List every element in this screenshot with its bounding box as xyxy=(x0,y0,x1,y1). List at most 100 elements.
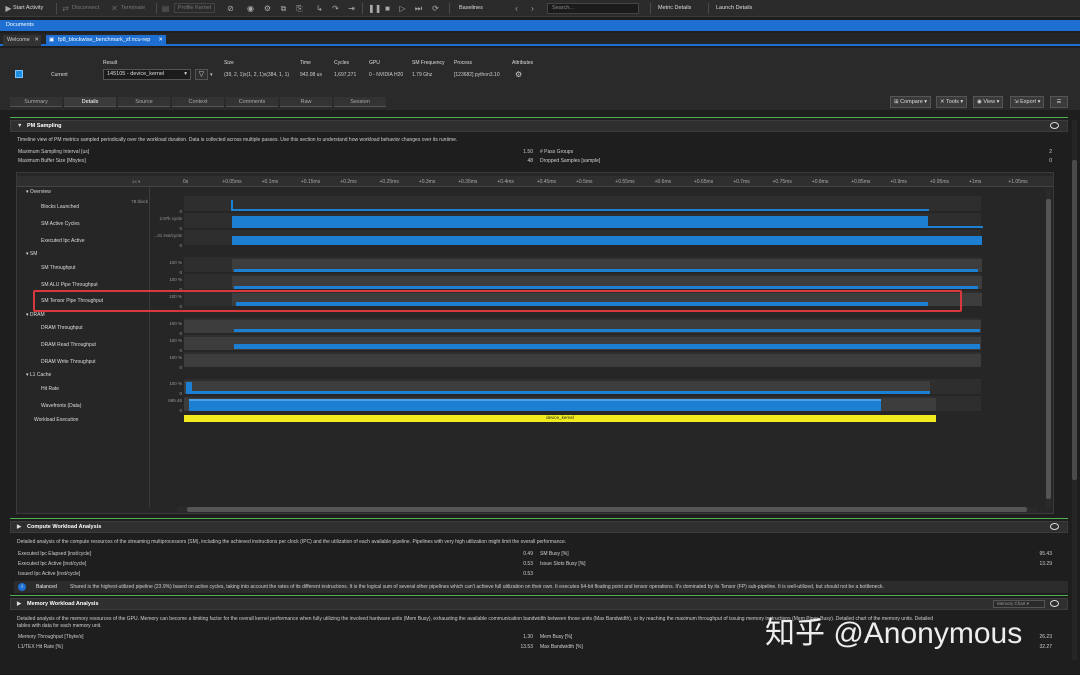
pause-icon[interactable]: ❚❚ xyxy=(368,4,381,13)
comment-icon[interactable] xyxy=(1050,600,1059,607)
refresh-icon[interactable]: ⟳ xyxy=(431,4,440,13)
skip-icon[interactable]: ⏭ xyxy=(414,4,423,13)
chevron-left-icon[interactable]: ‹ xyxy=(512,4,521,13)
metric-value: 48 xyxy=(527,158,533,164)
step-over-icon[interactable]: ↷ xyxy=(331,4,340,13)
disconnect-icon: ⇄ xyxy=(62,4,69,13)
rule-label: Balanced xyxy=(36,584,57,590)
report-file-icon: ▣ xyxy=(49,37,55,43)
next-icon[interactable]: ⇥ xyxy=(347,4,356,13)
hit-rate-bar xyxy=(192,391,930,394)
toolbar-divider xyxy=(449,3,450,14)
size-value: (39, 2, 1)x(1, 2, 1)x(384, 1, 1) xyxy=(224,72,290,78)
baselines-button[interactable]: Baselines xyxy=(459,3,483,14)
vertical-scrollbar[interactable] xyxy=(1046,189,1051,509)
collapsed-icon: ▶ xyxy=(17,601,22,607)
timeline-tick: +0.7ms xyxy=(733,179,750,185)
horizontal-scrollbar[interactable] xyxy=(177,507,1037,512)
zoom-level[interactable]: 1x ▾ xyxy=(132,179,140,185)
metric-row: Executed Ipc Active [inst/cycle] 0.53 xyxy=(18,560,533,568)
metric-name: Maximum Sampling Interval [us] xyxy=(18,149,90,155)
tab-raw[interactable]: Raw xyxy=(280,97,332,107)
pm-sampling-title: PM Sampling xyxy=(27,123,62,129)
tab-context[interactable]: Context xyxy=(172,97,224,107)
scale-min: 0 xyxy=(179,226,182,231)
memory-workload-title: Memory Workload Analysis xyxy=(27,601,99,607)
gear-icon[interactable]: ⚙ xyxy=(515,70,522,79)
stop-square-icon[interactable]: ■ xyxy=(383,4,392,13)
start-activity-icon: ▶ xyxy=(5,4,12,13)
timeline-tick: +0.85ms xyxy=(851,179,871,185)
page-scrollbar[interactable] xyxy=(1072,120,1077,660)
compare-label: Compare xyxy=(900,99,923,105)
metric-row: L1/TEX Hit Rate [%] 13.53 xyxy=(18,643,533,651)
settings-icon[interactable]: ⚙ xyxy=(263,4,272,13)
view-label: View xyxy=(983,99,996,105)
launch-details-button[interactable]: Launch Details xyxy=(716,3,752,14)
metric-row: Issue Slots Busy [%] 13.29 xyxy=(540,560,1052,568)
tab-welcome[interactable]: Welcome ✕ xyxy=(3,35,41,46)
scale-max: 100 % xyxy=(169,355,182,360)
comment-icon[interactable] xyxy=(1050,122,1059,129)
result-label: Result xyxy=(103,60,118,66)
pm-sampling-header[interactable]: ▼ PM Sampling xyxy=(10,120,1068,132)
timeline-tick: +0.2ms xyxy=(340,179,357,185)
terminate-button[interactable]: Terminate xyxy=(121,3,145,14)
row-label: Hit Rate xyxy=(41,386,60,392)
lane-sm-active-cycles xyxy=(184,213,983,228)
scrollbar-thumb[interactable] xyxy=(1046,199,1051,499)
scrollbar-thumb[interactable] xyxy=(1072,160,1077,480)
workload-execution-bar[interactable]: device_kernel xyxy=(184,415,936,422)
close-icon[interactable]: ✕ xyxy=(34,35,39,46)
group-l1[interactable]: ▾ L1 Cache xyxy=(26,372,51,378)
profile-kernel-button[interactable]: Profile Kernel xyxy=(174,3,216,13)
metric-details-button[interactable]: Metric Details xyxy=(658,3,691,14)
tab-comments[interactable]: Comments xyxy=(226,97,278,107)
tools-button[interactable]: ✕ Tools ▾ xyxy=(936,96,968,108)
group-dram[interactable]: ▾ DRAM xyxy=(26,312,45,318)
compare-button[interactable]: ⊞ Compare ▾ xyxy=(890,96,932,108)
step-icon[interactable]: ↳ xyxy=(315,4,324,13)
tab-session[interactable]: Session xyxy=(334,97,386,107)
search-input[interactable]: Search... xyxy=(547,3,639,14)
filter-icon[interactable]: ▽ xyxy=(195,69,208,80)
menu-icon[interactable]: ☰ xyxy=(1050,96,1068,108)
close-icon[interactable]: ✕ xyxy=(158,35,163,46)
dram-read-bar xyxy=(234,344,980,349)
chevron-right-icon[interactable]: › xyxy=(528,4,537,13)
view-button[interactable]: ◉ View ▾ xyxy=(973,96,1004,108)
record-icon[interactable]: ◉ xyxy=(246,4,255,13)
time-value: 942.08 us xyxy=(300,72,322,78)
tab-details[interactable]: Details xyxy=(64,97,116,107)
start-activity-button[interactable]: Start Activity xyxy=(13,3,43,14)
memory-chart-value: Memory Chart xyxy=(997,601,1026,606)
pm-sampling-description: Timeline view of PM metrics sampled peri… xyxy=(17,137,458,143)
process-value: [123682] python3.10 xyxy=(454,72,500,78)
tab-report[interactable]: fp8_blockwise_benchmark_sf.ncu-rep ▣ ✕ xyxy=(46,35,166,46)
timeline-tick: +0.65ms xyxy=(693,179,714,185)
resume-icon[interactable]: ▷ xyxy=(398,4,407,13)
group-overview[interactable]: ▾ Overview xyxy=(26,189,51,195)
copy-icon[interactable]: ⧉ xyxy=(279,4,288,13)
toolbar-divider xyxy=(156,3,157,14)
save-icon[interactable]: ⎘ xyxy=(295,4,304,13)
export-button[interactable]: ⇲ Export ▾ xyxy=(1010,96,1045,108)
result-select[interactable]: 145105 - device_kernel ▾ xyxy=(103,69,191,80)
highlight-box xyxy=(33,290,962,312)
scrollbar-thumb[interactable] xyxy=(187,507,1027,512)
group-sm[interactable]: ▾ SM xyxy=(26,251,37,257)
document-tabs: Welcome ✕ fp8_blockwise_benchmark_sf.ncu… xyxy=(0,33,1080,46)
scale-min: 0 xyxy=(179,408,182,413)
timeline-ruler: 1x ▾ 0s +0.05ms +0.1ms +0.15ms +0.2ms +0.25ms… xyxy=(17,176,1053,187)
compute-workload-header[interactable]: ▶ Compute Workload Analysis xyxy=(10,521,1068,533)
comment-icon[interactable] xyxy=(1050,523,1059,530)
expanded-icon: ▼ xyxy=(17,123,23,129)
disconnect-button[interactable]: Disconnect xyxy=(72,3,99,14)
documents-bar: Documents xyxy=(0,20,1080,31)
chevron-down-icon[interactable]: ▾ xyxy=(210,72,213,78)
tab-summary[interactable]: Summary xyxy=(10,97,62,107)
tab-source[interactable]: Source xyxy=(118,97,170,107)
stop-icon[interactable]: ⊘ xyxy=(226,4,235,13)
memory-chart-select[interactable]: Memory Chart ▾ xyxy=(993,600,1045,608)
attributes-label: Attributes xyxy=(512,60,534,66)
